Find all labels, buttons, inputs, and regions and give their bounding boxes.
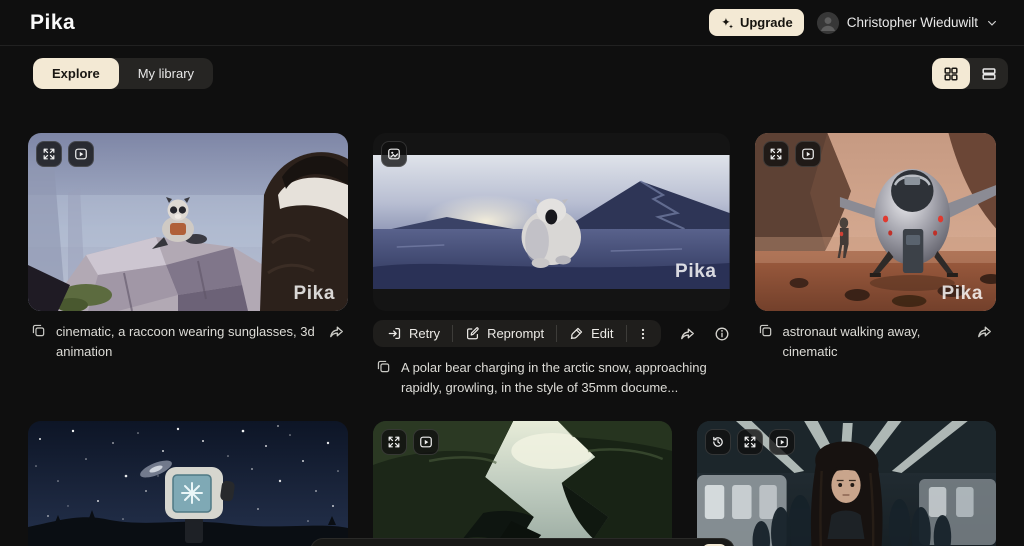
tab-my-library[interactable]: My library [119,58,213,89]
video-thumbnail-fjord[interactable] [373,421,672,546]
sparkle-icon [720,16,734,30]
caption-row: astronaut walking away, cinematic [755,311,996,361]
video-grid-row-1: Pika cinematic, a raccoon wearing sungla… [0,133,1024,397]
prompt-input-bar[interactable] [310,538,735,546]
share-icon[interactable] [679,325,696,342]
video-card-fjord [373,421,672,546]
snow-robot-video-art [28,421,348,546]
thumb-badges [381,429,439,455]
video-thumbnail-snow-robot[interactable] [28,421,348,546]
list-view-icon[interactable] [970,58,1008,89]
thumb-badges [36,141,94,167]
retry-button[interactable]: Retry [375,320,452,347]
pika-watermark: Pika [675,261,717,283]
tab-group: Explore My library [33,58,213,89]
expand-icon[interactable] [36,141,62,167]
kebab-menu-icon[interactable] [627,320,659,347]
caption-row: cinematic, a raccoon wearing sunglasses,… [28,311,348,361]
video-card-snow-robot [28,421,348,546]
thumb-badges [705,429,795,455]
expand-icon[interactable] [737,429,763,455]
prompt-caption: astronaut walking away, cinematic [783,322,966,361]
prompt-caption: A polar bear charging in the arctic snow… [401,358,727,397]
letterboxed-video: Pika [373,155,730,289]
retry-icon [387,326,402,341]
pika-watermark: Pika [294,283,336,305]
expand-icon[interactable] [763,141,789,167]
tab-explore[interactable]: Explore [33,58,119,89]
video-thumbnail-raccoon[interactable]: Pika [28,133,348,311]
grid-view-icon[interactable] [932,58,970,89]
video-card-astronaut: Pika astronaut walking away, cinematic [755,133,996,397]
edit-label: Edit [591,326,613,341]
pika-app: Pika Upgrade Christopher Wieduwilt Exp [0,0,1024,546]
copy-icon[interactable] [758,323,773,338]
share-icon[interactable] [976,323,993,340]
video-card-polar-bear: Pika Retry [373,133,730,397]
info-icon[interactable] [714,326,730,342]
video-play-icon[interactable] [68,141,94,167]
expand-icon[interactable] [381,429,407,455]
toolbar: Explore My library [0,46,1024,89]
prompt-caption: cinematic, a raccoon wearing sunglasses,… [56,322,318,361]
copy-icon[interactable] [31,323,46,338]
reprompt-button[interactable]: Reprompt [453,320,556,347]
retry-label: Retry [409,326,440,341]
reprompt-label: Reprompt [487,326,544,341]
action-bar: Retry Reprompt Edit [373,320,730,347]
video-thumbnail-astronaut[interactable]: Pika [755,133,996,311]
video-card-raccoon: Pika cinematic, a raccoon wearing sungla… [28,133,348,397]
thumb-badges [763,141,821,167]
reprompt-icon [465,326,480,341]
pika-logo: Pika [30,11,75,35]
video-thumbnail-polar-bear[interactable]: Pika [373,133,730,311]
avatar [817,12,839,34]
chevron-down-icon [986,17,998,29]
video-play-icon[interactable] [413,429,439,455]
header-right: Upgrade Christopher Wieduwilt [709,9,998,36]
upgrade-button[interactable]: Upgrade [709,9,804,36]
top-bar: Pika Upgrade Christopher Wieduwilt [0,0,1024,46]
history-icon[interactable] [705,429,731,455]
view-toggle [932,58,1008,89]
image-icon[interactable] [381,141,407,167]
share-icon[interactable] [328,323,345,340]
video-play-icon[interactable] [795,141,821,167]
video-play-icon[interactable] [769,429,795,455]
pika-watermark: Pika [942,283,984,305]
copy-icon[interactable] [376,359,391,374]
account-menu[interactable]: Christopher Wieduwilt [817,12,998,34]
account-name: Christopher Wieduwilt [847,15,978,30]
edit-button[interactable]: Edit [557,320,625,347]
upgrade-label: Upgrade [740,15,793,30]
video-thumbnail-subway-girl[interactable] [697,421,996,546]
action-pill: Retry Reprompt Edit [373,320,661,347]
brush-icon [569,326,584,341]
video-card-subway-girl [697,421,996,546]
caption-row: A polar bear charging in the arctic snow… [373,347,730,397]
thumb-badges [381,141,407,167]
video-grid-row-2 [0,421,1024,546]
